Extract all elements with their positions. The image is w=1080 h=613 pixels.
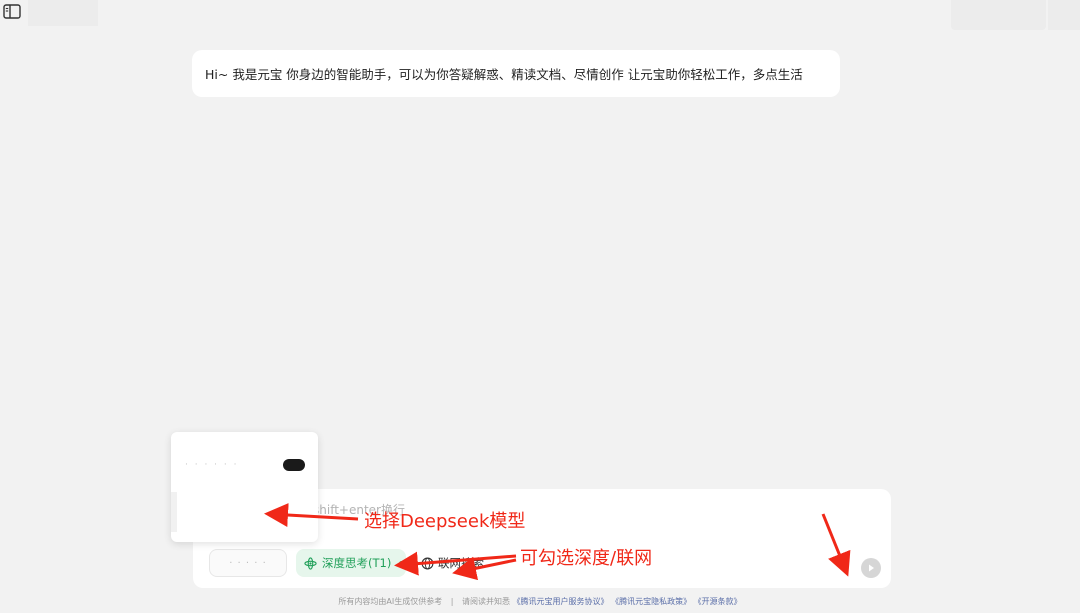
deep-think-active-dot (399, 560, 405, 566)
atom-icon (304, 556, 317, 570)
annotation-select-model: 选择Deepseek模型 (364, 511, 526, 532)
footer: 所有内容均由AI生成仅供参考 | 请阅读并知悉 《腾讯元宝用户服务协议》 《腾讯… (0, 596, 1080, 607)
footer-link-opensource[interactable]: 《开源条款》 (694, 597, 742, 606)
model-select-label: · · · · · (229, 557, 267, 569)
deep-think-toggle[interactable]: 深度思考(T1) (296, 549, 406, 577)
model-option[interactable]: · · · · · · (185, 456, 305, 474)
attach-area[interactable] (825, 511, 853, 573)
send-icon (869, 564, 874, 572)
web-search-toggle[interactable]: 联网搜索 (415, 549, 501, 577)
web-search-label: 联网搜索 (438, 556, 484, 570)
top-right-blurred-region (951, 0, 1046, 30)
model-option-badge (283, 459, 305, 471)
model-dropdown: · · · · · · (171, 432, 318, 542)
sidebar-toggle-button[interactable] (3, 3, 21, 19)
sidebar-toggle-icon (3, 3, 21, 19)
greeting-text: Hi~ 我是元宝 你身边的智能助手，可以为你答疑解惑、精读文档、尽情创作 让元宝… (205, 67, 803, 82)
top-right-blurred-button[interactable] (1048, 0, 1080, 30)
top-left-blurred-region (28, 0, 98, 26)
annotation-toggle-options: 可勾选深度/联网 (520, 548, 653, 569)
deep-think-label: 深度思考(T1) (322, 556, 392, 570)
globe-icon (421, 557, 434, 569)
model-option-label: · · · · · · (185, 460, 239, 470)
footer-separator: | (450, 597, 454, 606)
greeting-message: Hi~ 我是元宝 你身边的智能助手，可以为你答疑解惑、精读文档、尽情创作 让元宝… (192, 50, 840, 97)
footer-read-prefix: 请阅读并知悉 (462, 597, 510, 606)
footer-disclaimer: 所有内容均由AI生成仅供参考 (338, 597, 443, 606)
footer-link-privacy[interactable]: 《腾讯元宝隐私政策》 (611, 597, 691, 606)
footer-link-terms[interactable]: 《腾讯元宝用户服务协议》 (513, 597, 609, 606)
model-select-button[interactable]: · · · · · (209, 549, 287, 577)
send-button[interactable] (861, 558, 881, 578)
popup-divider (171, 492, 177, 532)
